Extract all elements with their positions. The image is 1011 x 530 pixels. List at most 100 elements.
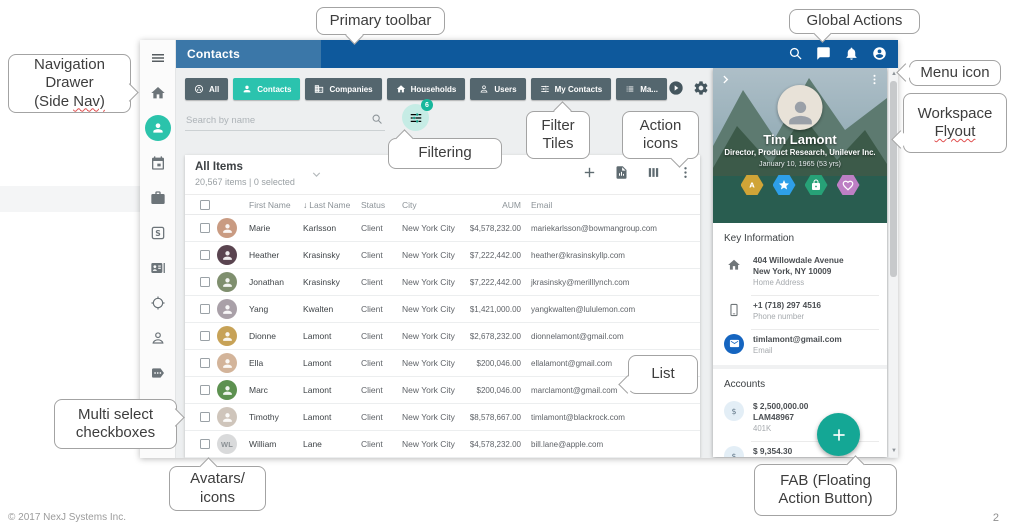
person-outline-icon xyxy=(479,84,489,94)
chat-icon[interactable] xyxy=(816,46,833,63)
cell-last-name: Lamont xyxy=(303,385,361,395)
table-row[interactable]: YangKwaltenClientNew York City$1,421,000… xyxy=(185,296,700,323)
table-row[interactable]: MarieKarlssonClientNew York City$4,578,2… xyxy=(185,215,700,242)
search-icon[interactable] xyxy=(788,46,805,63)
key-information-item[interactable]: +1 (718) 297 4516Phone number xyxy=(713,295,887,329)
scrollbar[interactable]: ▲ ▼ xyxy=(888,68,898,457)
accounts-item[interactable]: $$ 2,500,000.00LAM48967401K xyxy=(713,396,887,441)
fab-button[interactable] xyxy=(817,413,860,456)
accounts-item[interactable]: $$ 9,354.3045190035129Chequing xyxy=(713,441,887,457)
table-row[interactable]: HeatherKrasinskyClientNew York City$7,22… xyxy=(185,242,700,269)
avatar[interactable] xyxy=(778,85,823,130)
sidebar-item-home[interactable] xyxy=(145,80,171,106)
dots-vertical-icon[interactable] xyxy=(678,165,693,180)
dollar-icon: $ xyxy=(724,401,744,421)
primary-toolbar: Contacts xyxy=(176,40,898,68)
table-row[interactable]: EllaLamontClientNew York City$200,046.00… xyxy=(185,350,700,377)
person-outline-icon xyxy=(150,330,166,346)
settings-icon[interactable] xyxy=(693,80,709,96)
filter-tile-my-contacts[interactable]: My Contacts xyxy=(531,78,612,100)
sidebar-item-schedules[interactable]: S xyxy=(145,220,171,246)
list-title: All Items xyxy=(195,161,243,173)
column-header-status[interactable]: Status xyxy=(361,200,402,210)
callout-list: List xyxy=(628,355,698,394)
sidebar-item-contacts[interactable] xyxy=(145,115,171,141)
avatar-initials: WL xyxy=(217,434,237,454)
letter-a-badge: A xyxy=(746,179,758,191)
row-checkbox[interactable] xyxy=(200,277,210,287)
chevron-right-icon[interactable] xyxy=(720,74,732,86)
sidebar-item-briefcase[interactable] xyxy=(145,185,171,211)
sidebar-item-menu[interactable] xyxy=(145,45,171,71)
cell-aum: $7,222,442.00 xyxy=(463,278,521,287)
play-circle-icon[interactable] xyxy=(668,80,684,96)
cell-city: New York City xyxy=(402,223,463,233)
sidebar-item-person-outline[interactable] xyxy=(145,325,171,351)
letter-a-badge[interactable]: A xyxy=(741,175,764,195)
list-dropdown-chevron[interactable] xyxy=(310,168,323,181)
sidebar-item-tag[interactable] xyxy=(145,360,171,386)
row-checkbox[interactable] xyxy=(200,412,210,422)
row-checkbox[interactable] xyxy=(200,358,210,368)
cell-city: New York City xyxy=(402,250,463,260)
calendar-icon xyxy=(150,155,166,171)
row-checkbox[interactable] xyxy=(200,385,210,395)
column-header-first-name[interactable]: First Name xyxy=(249,200,303,210)
cell-city: New York City xyxy=(402,412,463,422)
column-header-city[interactable]: City xyxy=(402,200,463,210)
filter-tile-companies[interactable]: Companies xyxy=(305,78,381,100)
row-checkbox[interactable] xyxy=(200,223,210,233)
detail-line: +1 (718) 297 4516 xyxy=(753,300,821,311)
cell-email: heather@krasinskyllp.com xyxy=(521,251,700,260)
sidebar-item-target[interactable] xyxy=(145,290,171,316)
column-header-aum[interactable]: AUM xyxy=(463,200,521,210)
tag-icon xyxy=(150,365,166,381)
cell-city: New York City xyxy=(402,331,463,341)
person-icon xyxy=(242,84,252,94)
row-checkbox[interactable] xyxy=(200,304,210,314)
column-header-last-name[interactable]: ↓Last Name xyxy=(303,200,361,210)
row-checkbox[interactable] xyxy=(200,439,210,449)
cell-status: Client xyxy=(361,277,402,287)
play-circle-icon xyxy=(668,80,684,96)
filter-tile-users[interactable]: Users xyxy=(470,78,525,100)
lock-badge[interactable] xyxy=(805,175,828,195)
table-row[interactable]: JonathanKrasinskyClientNew York City$7,2… xyxy=(185,269,700,296)
sidebar-item-calendar[interactable] xyxy=(145,150,171,176)
key-information-item[interactable]: timlamont@gmail.comEmail xyxy=(713,329,887,363)
search-input[interactable] xyxy=(185,111,385,131)
envelope-icon xyxy=(724,334,744,354)
cell-last-name: Kwalten xyxy=(303,304,361,314)
filter-tile-ma-[interactable]: Ma... xyxy=(616,78,667,100)
key-information-item[interactable]: 404 Willowdale AvenueNew York, NY 10009H… xyxy=(713,250,887,295)
filter-tile-households[interactable]: Households xyxy=(387,78,466,100)
export-file-icon[interactable] xyxy=(614,165,629,180)
contact-name: Tim Lamont xyxy=(713,132,887,147)
columns-icon[interactable] xyxy=(646,165,661,180)
cell-last-name: Karlsson xyxy=(303,223,361,233)
view-actions xyxy=(668,80,709,96)
table-row[interactable]: TimothyLamontClientNew York City$8,578,6… xyxy=(185,404,700,431)
table-row[interactable]: WLWilliamLaneClientNew York City$4,578,2… xyxy=(185,431,700,458)
row-checkbox[interactable] xyxy=(200,250,210,260)
column-header-email[interactable]: Email xyxy=(521,200,700,210)
sidebar-item-contact-card[interactable] xyxy=(145,255,171,281)
row-checkbox[interactable] xyxy=(200,331,210,341)
smartphone-icon xyxy=(724,300,744,320)
cell-aum: $7,222,442.00 xyxy=(463,251,521,260)
table-row[interactable]: DionneLamontClientNew York City$2,678,23… xyxy=(185,323,700,350)
select-all-checkbox[interactable] xyxy=(200,200,210,210)
detail-line: timlamont@gmail.com xyxy=(753,334,842,345)
account-circle-icon[interactable] xyxy=(872,46,889,63)
scroll-down-arrow[interactable]: ▼ xyxy=(889,446,898,456)
star-badge[interactable] xyxy=(773,175,796,195)
person-icon xyxy=(221,357,234,370)
search-icon xyxy=(371,113,383,125)
notifications-icon[interactable] xyxy=(844,46,861,63)
filter-tile-all[interactable]: All xyxy=(185,78,228,100)
heart-badge[interactable] xyxy=(837,175,860,195)
plus-icon[interactable] xyxy=(582,165,597,180)
filter-tile-contacts[interactable]: Contacts xyxy=(233,78,300,100)
scrollbar-thumb[interactable] xyxy=(890,81,897,277)
dots-vertical-icon[interactable] xyxy=(868,73,882,87)
